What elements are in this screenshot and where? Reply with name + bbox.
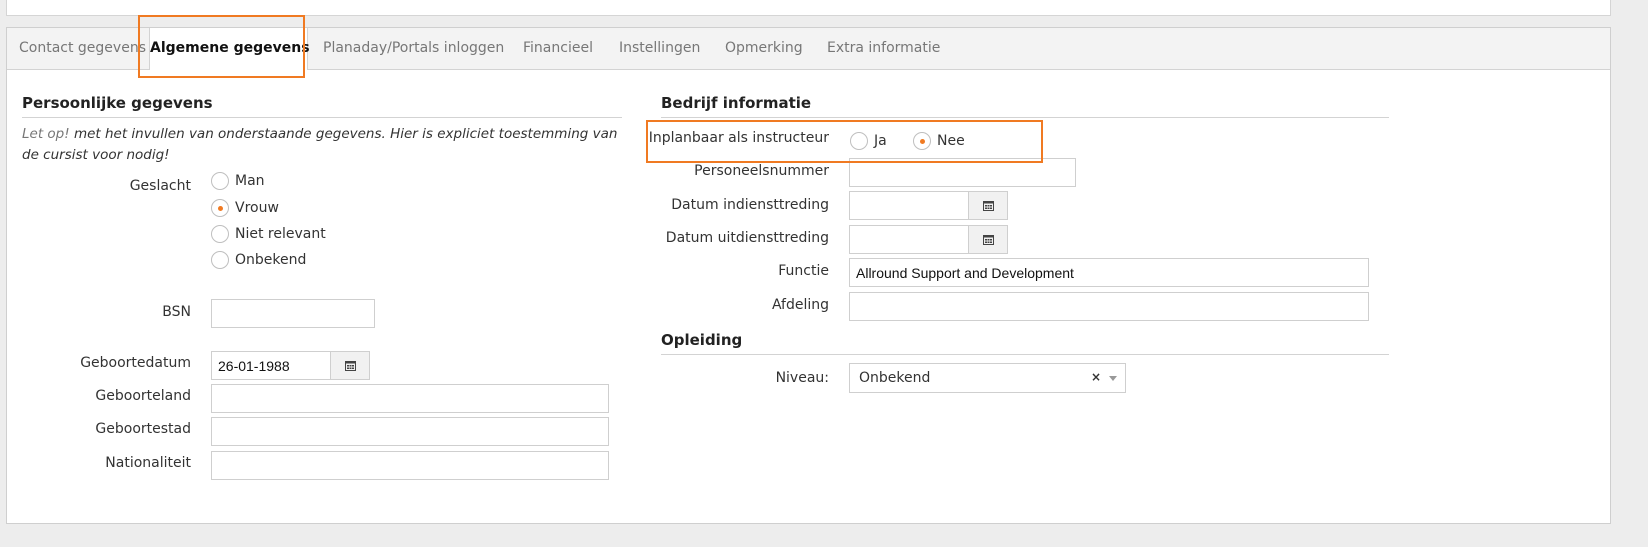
radio-nee[interactable]	[913, 132, 931, 150]
radio-label-niet-relevant: Niet relevant	[235, 226, 326, 242]
radio-niet-relevant[interactable]	[211, 225, 229, 243]
tab-extra-informatie[interactable]: Extra informatie	[827, 28, 940, 69]
tab-bar: Contact gegevens Algemene gegevens Plana…	[7, 28, 1610, 70]
note-text: met het invullen van onderstaande gegeve…	[22, 126, 618, 163]
birthcity-label: Geboortestad	[95, 421, 191, 437]
nationality-label: Nationaliteit	[105, 455, 191, 471]
tab-panel: Contact gegevens Algemene gegevens Plana…	[6, 27, 1611, 524]
level-select[interactable]: Onbekend ×	[849, 363, 1126, 393]
bsn-label: BSN	[162, 304, 191, 320]
radio-vrouw[interactable]	[211, 199, 229, 217]
enddate-label: Datum uitdiensttreding	[665, 230, 829, 246]
section-title-opleiding: Opleiding	[661, 331, 1389, 355]
radio-label-ja: Ja	[874, 133, 887, 149]
birthdate-calendar-button[interactable]	[330, 351, 370, 380]
calendar-icon	[344, 361, 356, 371]
startdate-calendar-button[interactable]	[968, 191, 1008, 220]
radio-onbekend[interactable]	[211, 251, 229, 269]
tab-contact-gegevens[interactable]: Contact gegevens	[19, 28, 146, 69]
bsn-input[interactable]	[211, 299, 375, 328]
calendar-icon	[982, 201, 994, 211]
enddate-calendar-button[interactable]	[968, 225, 1008, 254]
radio-man[interactable]	[211, 172, 229, 190]
radio-label-vrouw: Vrouw	[235, 200, 279, 216]
level-selected-value: Onbekend	[859, 370, 931, 386]
birthcountry-label: Geboorteland	[95, 388, 191, 404]
tab-opmerking[interactable]: Opmerking	[725, 28, 803, 69]
section-title-persoonlijke-gegevens: Persoonlijke gegevens	[22, 94, 622, 118]
gender-option-niet-relevant[interactable]: Niet relevant	[211, 225, 326, 243]
top-panel	[6, 0, 1611, 16]
chevron-down-icon[interactable]	[1109, 376, 1117, 381]
function-input[interactable]: Allround Support and Development	[849, 258, 1369, 287]
department-label: Afdeling	[771, 297, 829, 313]
privacy-note: Let op! met het invullen van onderstaand…	[22, 124, 622, 166]
tab-algemene-gegevens[interactable]: Algemene gegevens	[149, 28, 310, 70]
staffno-label: Personeelsnummer	[694, 163, 829, 179]
radio-label-nee: Nee	[937, 133, 965, 149]
staffno-input[interactable]	[849, 158, 1076, 187]
radio-label-man: Man	[235, 173, 265, 189]
calendar-icon	[982, 235, 994, 245]
gender-label: Geslacht	[129, 178, 191, 194]
enddate-input[interactable]	[849, 225, 969, 254]
radio-label-onbekend: Onbekend	[235, 252, 307, 268]
tab-instellingen[interactable]: Instellingen	[619, 28, 700, 69]
startdate-input[interactable]	[849, 191, 969, 220]
gender-option-onbekend[interactable]: Onbekend	[211, 251, 306, 269]
birthdate-label: Geboortedatum	[80, 355, 191, 371]
department-input[interactable]	[849, 292, 1369, 321]
birthcountry-input[interactable]	[211, 384, 609, 413]
nationality-input[interactable]	[211, 451, 609, 480]
radio-ja[interactable]	[850, 132, 868, 150]
function-label: Functie	[778, 263, 829, 279]
gender-option-vrouw[interactable]: Vrouw	[211, 199, 279, 217]
instructor-label: Inplanbaar als instructeur	[648, 130, 829, 146]
startdate-label: Datum indiensttreding	[671, 197, 829, 213]
section-title-bedrijf-informatie: Bedrijf informatie	[661, 94, 1389, 118]
birthdate-input[interactable]: 26-01-1988	[211, 351, 331, 380]
level-label: Niveau:	[775, 370, 829, 386]
gender-option-man[interactable]: Man	[211, 172, 265, 190]
birthcity-input[interactable]	[211, 417, 609, 446]
instructor-option-ja[interactable]: Ja	[850, 132, 887, 150]
instructor-option-nee[interactable]: Nee	[913, 132, 965, 150]
tab-financieel[interactable]: Financieel	[523, 28, 593, 69]
note-warning: Let op!	[22, 126, 70, 142]
clear-icon[interactable]: ×	[1091, 370, 1101, 384]
tab-planaday-portals-inloggen[interactable]: Planaday/Portals inloggen	[323, 28, 504, 69]
